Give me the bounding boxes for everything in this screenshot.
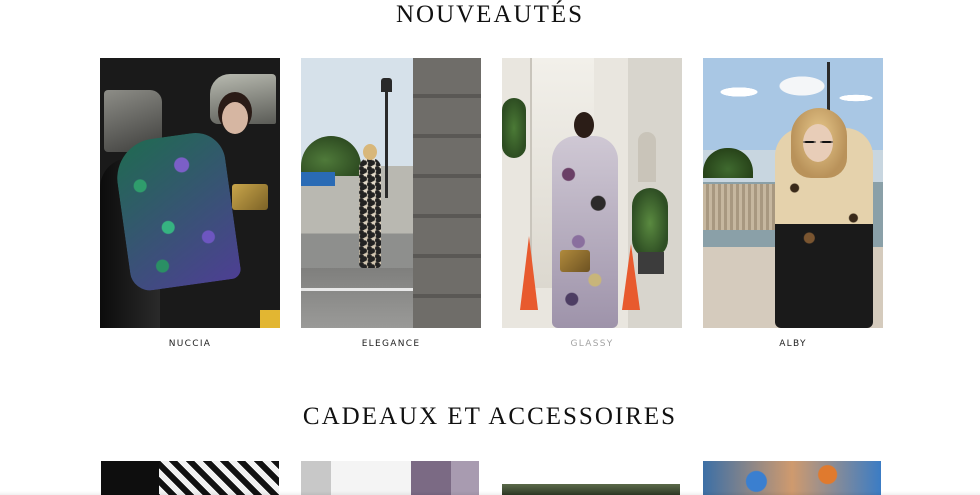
product-card-elegance[interactable]: ELEGANCE — [301, 58, 481, 358]
product-image-alby[interactable] — [703, 58, 883, 328]
product-image-nuccia[interactable] — [100, 58, 280, 328]
gift-product-image[interactable] — [101, 461, 279, 495]
product-image-glassy[interactable] — [502, 58, 682, 328]
product-name[interactable]: ELEGANCE — [301, 339, 481, 349]
product-image-elegance[interactable] — [301, 58, 481, 328]
section-title-nouveautes: NOUVEAUTÉS — [395, 1, 585, 28]
bottom-shadow — [0, 491, 980, 495]
product-name[interactable]: NUCCIA — [100, 339, 280, 349]
product-name[interactable]: ALBY — [703, 339, 883, 349]
section-title-cadeaux-accessoires: CADEAUX ET ACCESSOIRES — [302, 403, 678, 430]
product-card-alby[interactable]: ALBY — [703, 58, 883, 358]
product-card-glassy[interactable]: GLASSY — [502, 58, 682, 358]
gift-product-image[interactable] — [703, 461, 881, 495]
gift-product-image[interactable] — [301, 461, 479, 495]
product-name[interactable]: GLASSY — [502, 339, 682, 349]
product-card-nuccia[interactable]: NUCCIA — [100, 58, 280, 358]
